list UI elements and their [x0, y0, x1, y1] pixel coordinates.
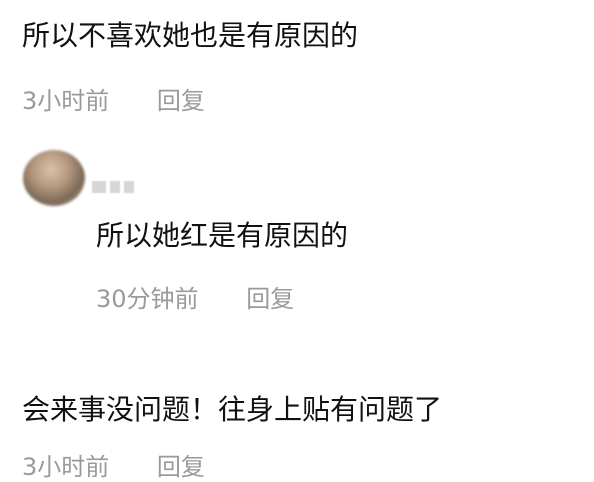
comment-timestamp: 3小时前 [22, 453, 110, 481]
comment-meta: 3小时前 回复 [22, 86, 205, 116]
username-redacted [92, 176, 144, 193]
comment-text: 所以不喜欢她也是有原因的 [22, 19, 359, 52]
reply-text: 所以她红是有原因的 [96, 219, 349, 252]
reply-button[interactable]: 回复 [157, 86, 205, 116]
reply-button[interactable]: 回复 [246, 284, 294, 314]
comment-timestamp: 3小时前 [22, 87, 110, 115]
comment-text: 会来事没问题！往身上贴有问题了 [22, 393, 443, 426]
reply-timestamp: 30分钟前 [96, 285, 199, 313]
avatar[interactable] [23, 150, 85, 206]
comment-meta: 3小时前 回复 [22, 452, 205, 482]
reply-meta: 30分钟前 回复 [96, 284, 294, 314]
reply-button[interactable]: 回复 [157, 452, 205, 482]
